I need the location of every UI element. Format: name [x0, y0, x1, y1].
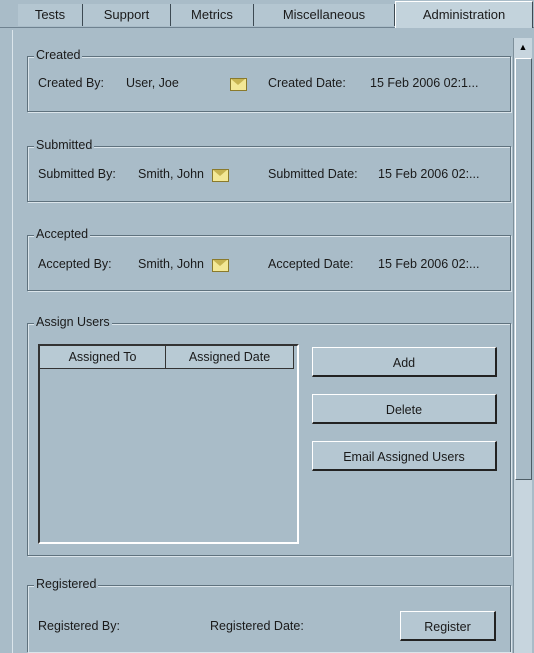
- accepted-group: Accepted Accepted By: Smith, John Accept…: [27, 227, 511, 291]
- assign-users-group: Assign Users Assigned To Assigned Date A…: [27, 315, 511, 556]
- vertical-scrollbar[interactable]: ▲: [513, 38, 532, 653]
- tab-tests[interactable]: Tests: [18, 4, 83, 26]
- delete-button[interactable]: Delete: [312, 394, 497, 424]
- submitted-group: Submitted Submitted By: Smith, John Subm…: [27, 138, 511, 202]
- tab-support[interactable]: Support: [83, 4, 171, 26]
- accepted-date-value: 15 Feb 2006 02:...: [378, 257, 480, 271]
- registered-date-label: Registered Date:: [210, 619, 304, 633]
- registered-by-label: Registered By:: [38, 619, 120, 633]
- submitted-by-label: Submitted By:: [38, 167, 116, 181]
- created-legend: Created: [34, 48, 83, 62]
- registered-legend: Registered: [34, 577, 99, 591]
- submitted-by-value: Smith, John: [138, 167, 205, 181]
- tab-bar: Tests Support Metrics Miscellaneous Admi…: [0, 0, 534, 28]
- tab-metrics[interactable]: Metrics: [171, 4, 254, 26]
- mail-envelope-icon[interactable]: [230, 78, 247, 91]
- created-date-label: Created Date:: [268, 76, 346, 90]
- created-by-label: Created By:: [38, 76, 105, 90]
- column-header-assigned-to[interactable]: Assigned To: [40, 346, 166, 369]
- add-button[interactable]: Add: [312, 347, 497, 377]
- created-group: Created Created By: User, Joe Created Da…: [27, 48, 511, 112]
- scroll-up-arrow-icon[interactable]: ▲: [514, 38, 532, 56]
- submitted-legend: Submitted: [34, 138, 95, 152]
- tab-administration[interactable]: Administration: [395, 1, 533, 28]
- submitted-date-label: Submitted Date:: [268, 167, 358, 181]
- mail-envelope-icon[interactable]: [212, 169, 229, 182]
- accepted-by-value: Smith, John: [138, 257, 205, 271]
- assign-users-legend: Assign Users: [34, 315, 112, 329]
- created-date-value: 15 Feb 2006 02:1...: [370, 76, 479, 90]
- registered-group: Registered Registered By: Registered Dat…: [27, 577, 511, 652]
- column-header-assigned-date[interactable]: Assigned Date: [166, 346, 294, 369]
- administration-panel: Created Created By: User, Joe Created Da…: [12, 30, 513, 653]
- assigned-users-table[interactable]: Assigned To Assigned Date: [38, 344, 299, 544]
- accepted-date-label: Accepted Date:: [268, 257, 354, 271]
- email-assigned-users-button[interactable]: Email Assigned Users: [312, 441, 497, 471]
- accepted-legend: Accepted: [34, 227, 91, 241]
- mail-envelope-icon[interactable]: [212, 259, 229, 272]
- scrollbar-thumb[interactable]: [515, 58, 532, 480]
- submitted-date-value: 15 Feb 2006 02:...: [378, 167, 480, 181]
- register-button[interactable]: Register: [400, 611, 496, 641]
- accepted-by-label: Accepted By:: [38, 257, 112, 271]
- created-by-value: User, Joe: [126, 76, 179, 90]
- tab-miscellaneous[interactable]: Miscellaneous: [254, 4, 395, 26]
